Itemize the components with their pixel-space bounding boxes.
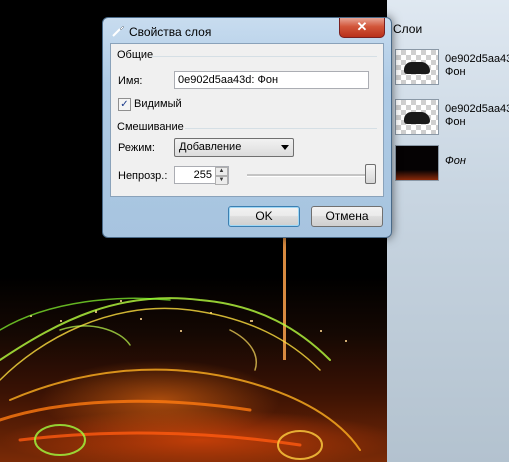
layer-name: 0e902d5aa43 Фон [445, 53, 509, 78]
layer-thumbnail [395, 99, 439, 135]
ok-button[interactable]: OK [228, 206, 300, 227]
dialog-title: Свойства слоя [129, 25, 212, 39]
layers-panel-title: Слои [393, 22, 423, 36]
spin-down-icon[interactable]: ▼ [215, 176, 228, 185]
layer-name: 0e902d5aa43 Фон [445, 103, 509, 128]
divider [151, 56, 377, 57]
dialog-client-area: Общие Имя: 0e902d5aa43d: Фон ✓ Видимый С… [110, 43, 384, 197]
close-icon: ✕ [356, 19, 368, 34]
spin-up-icon[interactable]: ▲ [215, 167, 228, 176]
layer-item-3[interactable]: Фон [395, 141, 509, 183]
blend-mode-select[interactable]: Добавление [174, 138, 294, 157]
divider [185, 128, 377, 129]
layer-thumbnail [395, 49, 439, 85]
layer-thumbnail [395, 145, 439, 181]
general-group-label: Общие [117, 49, 154, 61]
opacity-slider-thumb[interactable] [365, 164, 376, 184]
layer-name: Фон [445, 155, 466, 167]
layer-item-2[interactable]: 0e902d5aa43 Фон [395, 95, 509, 137]
opacity-slider-track[interactable] [247, 174, 375, 177]
blend-mode-value: Добавление [179, 141, 242, 153]
blending-group-label: Смешивание [117, 121, 184, 133]
close-button[interactable]: ✕ [339, 18, 385, 38]
layers-panel: Слои 0e902d5aa43 Фон 0e902d5aa43 Фон Фон [387, 0, 509, 462]
visible-checkbox[interactable]: ✓ [118, 98, 131, 111]
visible-label: Видимый [134, 98, 182, 110]
layer-name-input[interactable]: 0e902d5aa43d: Фон [174, 71, 369, 89]
layer-properties-dialog: Свойства слоя ✕ Общие Имя: 0e902d5aa43d:… [102, 17, 392, 238]
opacity-spinner[interactable]: ▲ ▼ [215, 167, 228, 185]
layer-item-1[interactable]: 0e902d5aa43 Фон [395, 45, 509, 87]
name-label: Имя: [118, 75, 143, 87]
opacity-label: Непрозр.: [118, 170, 168, 182]
cancel-button[interactable]: Отмена [311, 206, 383, 227]
brush-icon [111, 24, 125, 38]
chevron-down-icon [281, 145, 289, 150]
mode-label: Режим: [118, 142, 155, 154]
